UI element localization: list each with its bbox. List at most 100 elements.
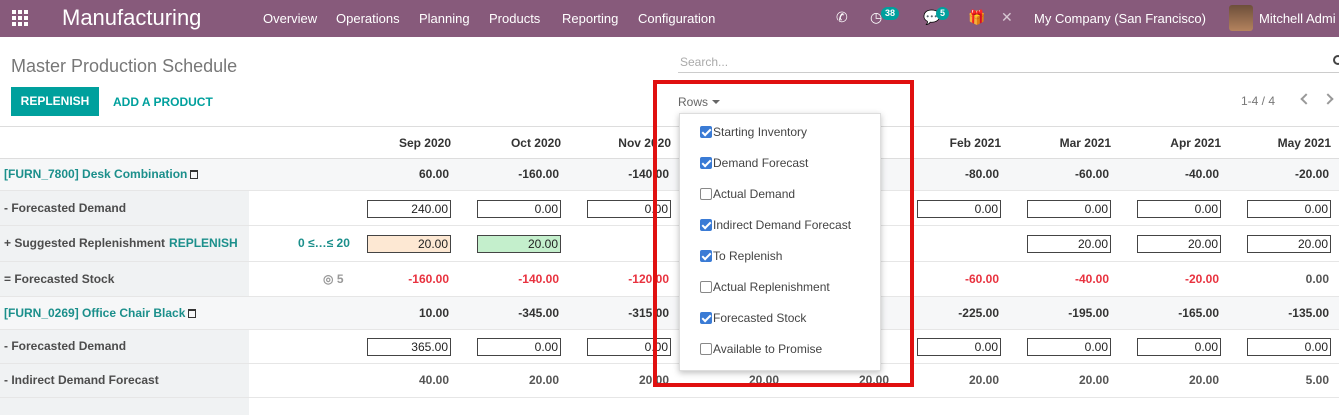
- month-header: Sep 2020: [398, 136, 451, 150]
- trash-icon[interactable]: [188, 309, 197, 318]
- quantity-input[interactable]: 0.00: [917, 338, 1001, 356]
- table-cell: -140.00: [518, 272, 559, 286]
- user-avatar[interactable]: [1229, 5, 1253, 31]
- table-cell: -40.00: [1074, 272, 1109, 286]
- target-icon: ◎: [323, 272, 337, 286]
- search-input[interactable]: Search...: [678, 53, 1339, 73]
- apps-menu-icon[interactable]: [12, 10, 29, 27]
- rows-option-label: To Replenish: [713, 249, 783, 263]
- rows-dropdown-menu: Starting Inventory Demand Forecast Actual …: [679, 113, 881, 371]
- company-switcher[interactable]: My Company (San Francisco): [1034, 11, 1206, 26]
- checkbox-checked-icon[interactable]: [700, 157, 712, 169]
- rows-option[interactable]: Forecasted Stock: [700, 311, 806, 325]
- rows-option[interactable]: To Replenish: [700, 249, 782, 263]
- quantity-input[interactable]: 0.00: [1247, 200, 1331, 218]
- table-cell: -315.00: [628, 306, 669, 320]
- month-header: Apr 2021: [1170, 136, 1221, 150]
- table-cell: 0.00: [1305, 272, 1329, 286]
- rows-label: Rows: [678, 95, 709, 109]
- quantity-input[interactable]: 0.00: [1137, 338, 1221, 356]
- quantity-input[interactable]: 0.00: [1027, 338, 1111, 356]
- table-cell: 40.00: [418, 373, 449, 387]
- pager-next-icon[interactable]: [1322, 93, 1334, 105]
- quantity-input[interactable]: 240.00: [367, 200, 451, 218]
- gift-icon[interactable]: 🎁: [968, 9, 985, 26]
- replenish-range[interactable]: 0 ≤…≤ 20: [298, 236, 350, 250]
- checkbox-checked-icon[interactable]: [700, 126, 712, 138]
- quantity-input[interactable]: 20.00: [1137, 235, 1221, 253]
- checkbox-unchecked-icon[interactable]: [700, 281, 712, 293]
- table-cell: -225.00: [958, 306, 999, 320]
- quantity-input[interactable]: 0.00: [1137, 200, 1221, 218]
- checkbox-unchecked-icon[interactable]: [700, 188, 712, 200]
- product-name-link[interactable]: [FURN_7800] Desk Combination: [4, 167, 199, 181]
- rows-option[interactable]: Starting Inventory: [700, 125, 807, 139]
- menu-configuration[interactable]: Configuration: [638, 11, 715, 26]
- table-cell: 20.00: [858, 373, 889, 387]
- checkbox-checked-icon[interactable]: [700, 312, 712, 324]
- row-label-text: [FURN_7800] Desk Combination: [4, 167, 188, 181]
- menu-products[interactable]: Products: [489, 11, 540, 26]
- menu-operations[interactable]: Operations: [336, 11, 400, 26]
- quantity-input[interactable]: 0.00: [1247, 338, 1331, 356]
- rows-dropdown-toggle[interactable]: Rows: [678, 95, 721, 109]
- trash-icon[interactable]: [190, 170, 199, 179]
- rows-option-label: Forecasted Stock: [713, 311, 807, 325]
- pager-value[interactable]: 1-4 / 4: [1241, 94, 1275, 108]
- caret-down-icon: [712, 100, 721, 104]
- table-cell: 20.00: [748, 373, 779, 387]
- quantity-input[interactable]: 0.00: [477, 338, 561, 356]
- phone-icon[interactable]: ✆: [836, 9, 848, 26]
- quantity-input[interactable]: 0.00: [587, 338, 671, 356]
- quantity-input[interactable]: 20.00: [1247, 235, 1331, 253]
- table-row: - Forecasted Demand 240.00 0.00 0.00 0.00 0.0…: [0, 191, 1339, 226]
- replenish-button[interactable]: REPLENISH: [11, 87, 99, 116]
- menu-overview[interactable]: Overview: [263, 11, 317, 26]
- menu-planning[interactable]: Planning: [419, 11, 470, 26]
- rows-option[interactable]: Indirect Demand Forecast: [700, 218, 851, 232]
- row-replenish-link[interactable]: REPLENISH: [169, 236, 238, 250]
- search-icon[interactable]: [1333, 55, 1339, 65]
- user-menu[interactable]: Mitchell Admi: [1259, 11, 1336, 26]
- table-cell: -20.00: [1294, 167, 1329, 181]
- quantity-input[interactable]: 0.00: [1027, 200, 1111, 218]
- rows-option-label: Actual Demand: [713, 187, 796, 201]
- month-header: Oct 2020: [510, 136, 561, 150]
- product-name-link[interactable]: [FURN_0269] Office Chair Black: [4, 306, 197, 320]
- table-cell: -40.00: [1184, 167, 1219, 181]
- checkbox-unchecked-icon[interactable]: [700, 343, 712, 355]
- rows-option[interactable]: Actual Replenishment: [700, 280, 830, 294]
- table-row: = Forecasted Stock ◎ 5 -160.00 -140.00 -120.…: [0, 262, 1339, 297]
- menu-reporting[interactable]: Reporting: [562, 11, 618, 26]
- quantity-input[interactable]: 0.00: [477, 200, 561, 218]
- rows-option-label: Actual Replenishment: [713, 280, 830, 294]
- row-label: - Forecasted Demand: [4, 339, 126, 353]
- checkbox-checked-icon[interactable]: [700, 219, 712, 231]
- pager-previous-icon[interactable]: [1300, 93, 1312, 105]
- quantity-input[interactable]: 0.00: [587, 200, 671, 218]
- rows-option[interactable]: Available to Promise: [700, 342, 822, 356]
- checkbox-checked-icon[interactable]: [700, 250, 712, 262]
- table-cell: -60.00: [1074, 167, 1109, 181]
- table-row: - Indirect Demand Forecast 40.00 20.00 20.0…: [0, 364, 1339, 398]
- rows-option-label: Starting Inventory: [713, 125, 808, 139]
- activity-count-badge: 38: [881, 7, 900, 20]
- quantity-input[interactable]: 20.00: [367, 235, 451, 253]
- debug-tools-icon[interactable]: ✕: [1001, 9, 1013, 26]
- rows-option[interactable]: Demand Forecast: [700, 156, 808, 170]
- table-cell: -120.00: [628, 272, 669, 286]
- rows-option-label: Available to Promise: [713, 342, 823, 356]
- quantity-input[interactable]: 0.00: [917, 200, 1001, 218]
- table-cell: 20.00: [968, 373, 999, 387]
- row-label-text: = Forecasted Stock: [4, 272, 115, 286]
- quantity-input[interactable]: 365.00: [367, 338, 451, 356]
- safety-stock-indicator: ◎ 5: [323, 272, 344, 286]
- page-title: Master Production Schedule: [11, 56, 238, 76]
- app-name[interactable]: Manufacturing: [62, 5, 201, 31]
- row-label: - Forecasted Demand: [4, 201, 126, 215]
- quantity-input[interactable]: 20.00: [1027, 235, 1111, 253]
- rows-option[interactable]: Actual Demand: [700, 187, 795, 201]
- quantity-input[interactable]: 20.00: [477, 235, 561, 253]
- add-product-button[interactable]: ADD A PRODUCT: [113, 95, 213, 109]
- table-cell: 20.00: [1188, 373, 1219, 387]
